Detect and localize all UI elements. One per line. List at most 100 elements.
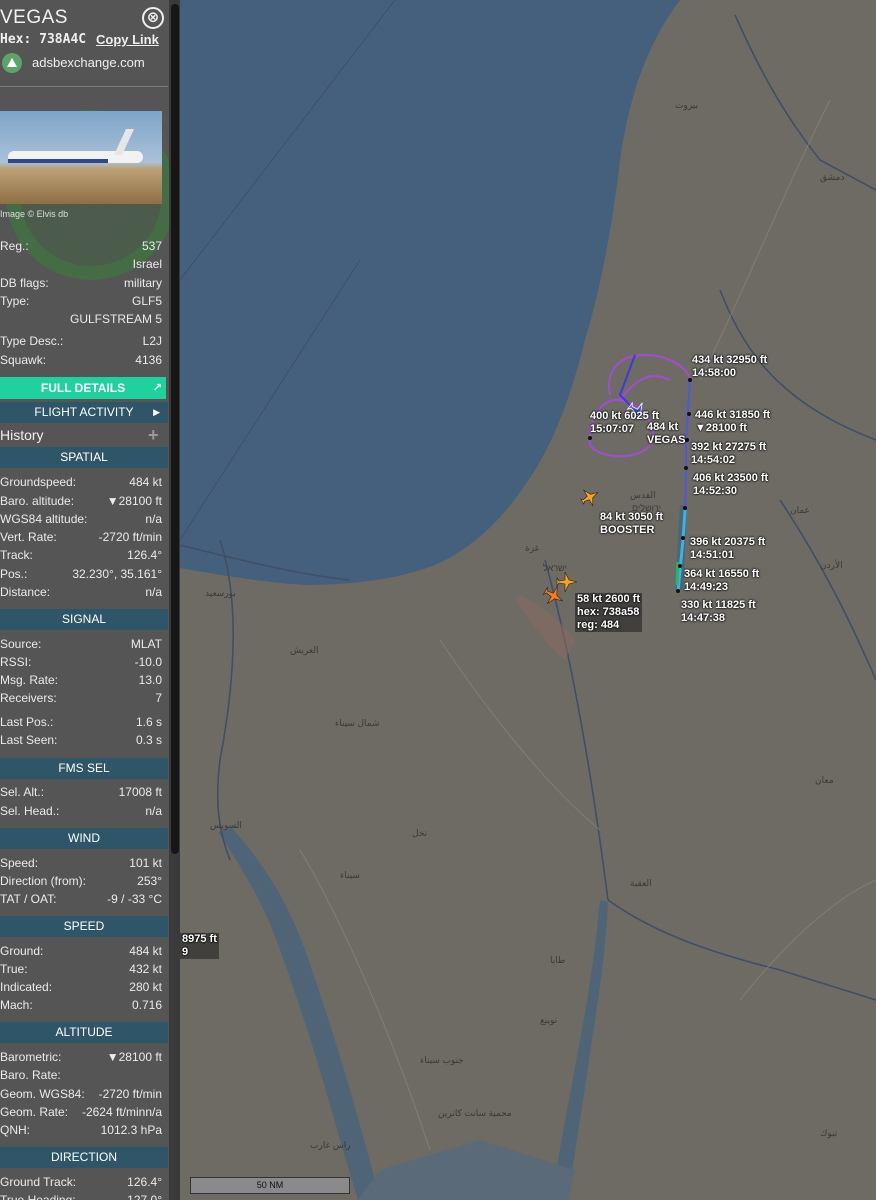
- signal-label: Receivers:: [0, 691, 57, 705]
- scrollbar-thumb[interactable]: [171, 4, 179, 854]
- track-label[interactable]: 364 kt 16550 ft 14:49:23: [684, 568, 759, 594]
- aircraft-info-panel: VEGAS ⊗ Hex: 738A4C Copy Link adsbexchan…: [0, 0, 180, 1200]
- copy-link-button[interactable]: Copy Link: [96, 32, 159, 47]
- fms-label: Sel. Head.:: [0, 804, 60, 818]
- aircraft-icon: [556, 571, 578, 593]
- speed-label: Mach:: [0, 998, 33, 1012]
- signal-value: -10.0: [134, 655, 162, 669]
- section-header-direction[interactable]: DIRECTION: [0, 1147, 168, 1168]
- hex-code: Hex: 738A4C: [0, 32, 87, 47]
- spatial-row: Groundspeed: 484 kt: [0, 475, 162, 493]
- signal-row: Source: MLAT: [0, 637, 162, 655]
- place-beirut: بيروت: [675, 100, 699, 110]
- place-gaza: غزة: [525, 543, 540, 553]
- spatial-row: WGS84 altitude: n/a: [0, 512, 162, 530]
- speed-label: Ground:: [0, 944, 44, 958]
- fms-row: Sel. Alt.: 17008 ft: [0, 785, 162, 803]
- section-header-signal[interactable]: SIGNAL: [0, 609, 168, 630]
- speed-value: 484 kt: [129, 944, 162, 958]
- type-label: Type:: [0, 294, 30, 308]
- spatial-label: Vert. Rate:: [0, 530, 57, 544]
- place-nuweiba: نويبع: [540, 1015, 558, 1025]
- typedesc-label: Type Desc.:: [0, 334, 64, 348]
- place-nakhl: نخل: [412, 828, 428, 838]
- spatial-value: -2720 ft/min: [98, 530, 162, 544]
- restricted-area: [515, 595, 575, 660]
- place-st-catherine: محمية سانت كاترين: [438, 1108, 512, 1118]
- track-label[interactable]: 434 kt 32950 ft 14:58:00: [692, 354, 767, 380]
- section-header-spatial[interactable]: SPATIAL: [0, 447, 168, 468]
- full-details-button[interactable]: FULL DETAILS ↗: [0, 377, 166, 399]
- speed-row: Indicated: 280 kt: [0, 980, 162, 998]
- adsbx-logo-icon[interactable]: [2, 53, 22, 73]
- altitude-row: Geom. Rate: -2624 ft/minn/a: [0, 1105, 162, 1123]
- adsbexchange-link[interactable]: adsbexchange.com: [32, 55, 145, 70]
- track-green: [675, 561, 680, 586]
- reg-row: Reg.: 537: [0, 239, 162, 257]
- aircraft-photo[interactable]: [0, 111, 162, 204]
- divider: [0, 86, 168, 87]
- signal-row: Last Pos.: 1.6 s: [0, 715, 162, 733]
- section-header-fms[interactable]: FMS SEL: [0, 758, 168, 779]
- fms-row: Sel. Head.: n/a: [0, 804, 162, 822]
- altitude-label: Barometric:: [0, 1050, 62, 1064]
- history-label[interactable]: History: [0, 427, 44, 443]
- squawk-row: Squawk: 4136: [0, 353, 162, 371]
- place-israel-he: ישראל: [543, 563, 567, 573]
- country-row: Israel: [0, 257, 162, 275]
- spatial-row: Distance: n/a: [0, 585, 162, 603]
- spatial-label: Pos.:: [0, 567, 28, 581]
- spatial-value: 126.4°: [127, 548, 162, 562]
- gulf-of-aqaba: [554, 900, 608, 1200]
- photo-credit: Image © Elvis db: [0, 209, 69, 219]
- map-scale-bar: 50 NM: [190, 1177, 350, 1194]
- aircraft-label-offscreen[interactable]: 8975 ft 9: [180, 933, 219, 959]
- flight-activity-button[interactable]: FLIGHT ACTIVITY ▶: [0, 402, 168, 423]
- place-damascus: دمشق: [820, 172, 845, 182]
- typedesc-value: L2J: [142, 334, 162, 348]
- track-label[interactable]: 396 kt 20375 ft 14:51:01: [690, 536, 765, 562]
- spatial-label: Distance:: [0, 585, 51, 599]
- spatial-label: Baro. altitude:: [0, 494, 75, 508]
- track-label[interactable]: 446 kt 31850 ft ▼28100 ft: [695, 409, 770, 435]
- spatial-row: Vert. Rate: -2720 ft/min: [0, 530, 162, 548]
- spatial-label: Track:: [0, 548, 33, 562]
- track-label[interactable]: 392 kt 27275 ft 14:54:02: [691, 441, 766, 467]
- callsign-title: VEGAS: [0, 7, 68, 28]
- signal-label: Last Pos.:: [0, 715, 54, 729]
- section-header-wind[interactable]: WIND: [0, 828, 168, 849]
- direction-value: 126.4°: [127, 1175, 162, 1189]
- full-details-label: FULL DETAILS: [40, 381, 126, 395]
- direction-label: True Heading:: [0, 1193, 76, 1200]
- wind-label: Speed:: [0, 856, 39, 870]
- close-icon[interactable]: ⊗: [142, 7, 164, 29]
- altitude-row: Baro. Rate:: [0, 1068, 162, 1086]
- flight-activity-label: FLIGHT ACTIVITY: [34, 405, 134, 419]
- map-view[interactable]: بيروت دمشق عمان الأردن القدس غزة بورسعيد…: [180, 0, 876, 1200]
- aircraft-label-738a58[interactable]: 58 kt 2600 ft hex: 738a58 reg: 484: [575, 593, 642, 632]
- wind-value: 253°: [137, 874, 162, 888]
- place-north-sinai: شمال سيناء: [335, 718, 380, 728]
- direction-row: True Heading: 127.0°: [0, 1193, 162, 1200]
- plus-icon[interactable]: +: [148, 425, 159, 446]
- fms-label: Sel. Alt.:: [0, 785, 45, 799]
- type-value: GLF5: [131, 294, 162, 308]
- altitude-label: Baro. Rate:: [0, 1068, 61, 1082]
- section-header-altitude[interactable]: ALTITUDE: [0, 1022, 168, 1043]
- section-header-speed[interactable]: SPEED: [0, 916, 168, 937]
- aircraft-icon: [542, 586, 563, 604]
- map-canvas[interactable]: [180, 0, 876, 1200]
- spatial-value: n/a: [145, 585, 162, 599]
- selected-aircraft-label[interactable]: 484 kt VEGAS: [647, 421, 686, 447]
- signal-value: 7: [155, 691, 162, 705]
- track-label[interactable]: 330 kt 11825 ft 14:47:38: [681, 599, 756, 625]
- wind-row: Speed: 101 kt: [0, 856, 162, 874]
- altitude-label: QNH:: [0, 1123, 30, 1137]
- direction-label: Ground Track:: [0, 1175, 77, 1189]
- signal-label: Source:: [0, 637, 42, 651]
- spatial-value: ▼28100 ft: [106, 494, 162, 508]
- track-label[interactable]: 406 kt 23500 ft 14:52:30: [693, 472, 768, 498]
- wind-label: TAT / OAT:: [0, 892, 57, 906]
- aircraft-label-booster[interactable]: 84 kt 3050 ft BOOSTER: [600, 511, 663, 537]
- mediterranean-sea: [180, 0, 680, 585]
